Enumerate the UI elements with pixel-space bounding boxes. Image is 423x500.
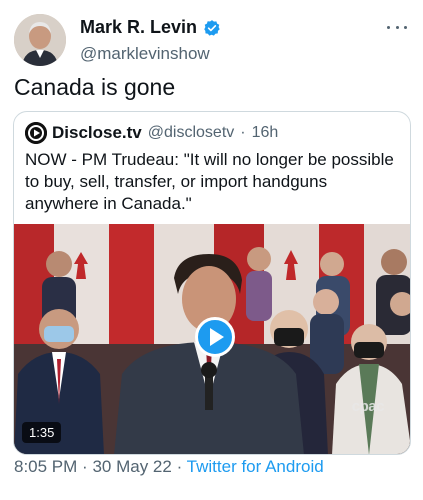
tweet-source[interactable]: Twitter for Android [187, 457, 324, 476]
verified-badge-icon [203, 19, 221, 37]
quoted-author-name: Disclose.tv [52, 123, 142, 142]
quoted-tweet-header: Disclose.tv @disclosetv · 16h [25, 122, 278, 144]
video-watermark: cpac [351, 398, 385, 415]
tweet-text: Canada is gone [14, 74, 176, 100]
author-avatar[interactable] [14, 14, 66, 66]
video-player[interactable]: cpac 1:35 [14, 224, 410, 454]
author-handle[interactable]: @marklevinshow [80, 44, 210, 64]
tweet-date[interactable]: 30 May 22 [92, 457, 171, 476]
play-icon [210, 328, 224, 346]
quoted-tweet-card[interactable]: Disclose.tv @disclosetv · 16h NOW - PM T… [13, 111, 411, 455]
quoted-author-handle: @disclosetv [147, 124, 235, 141]
tweet: Mark R. Levin @marklevinshow Canada is g… [0, 0, 423, 500]
quoted-meta-separator: · [240, 124, 246, 141]
play-button[interactable] [195, 317, 235, 357]
tweet-time[interactable]: 8:05 PM [14, 457, 77, 476]
footer-separator-2: · [176, 457, 183, 476]
video-duration-badge: 1:35 [22, 422, 62, 443]
quoted-tweet-time: 16h [251, 124, 279, 141]
quoted-tweet-text: NOW - PM Trudeau: "It will no longer be … [25, 150, 394, 213]
tweet-footer: 8:05 PM · 30 May 22 · Twitter for Androi… [14, 457, 324, 477]
more-options-icon[interactable] [387, 24, 407, 30]
author-name-row: Mark R. Levin [80, 17, 221, 38]
footer-separator-1: · [82, 457, 88, 476]
quoted-author-avatar [25, 122, 47, 144]
author-name[interactable]: Mark R. Levin [80, 17, 197, 38]
